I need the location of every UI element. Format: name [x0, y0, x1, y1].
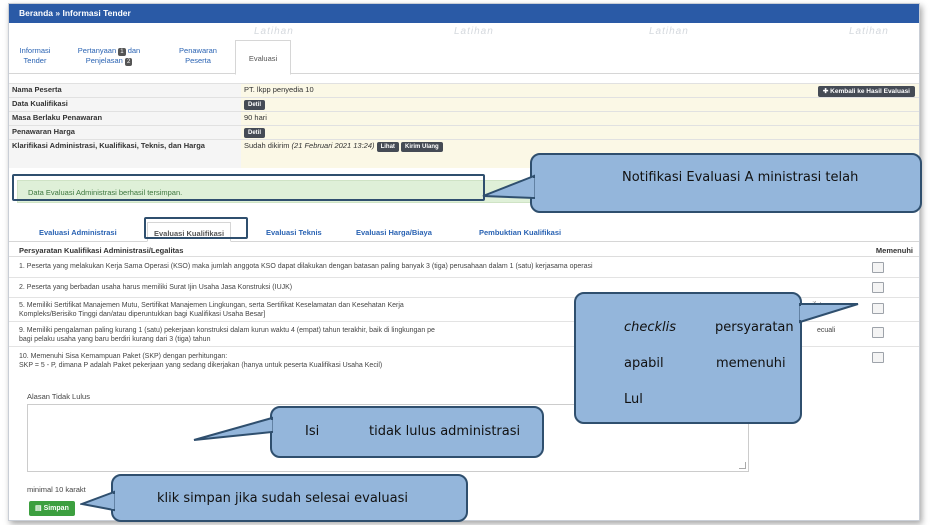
memenuhi-checkbox[interactable]	[872, 303, 884, 314]
callout-text: Notifikasi Evaluasi A ministrasi telah	[622, 170, 859, 185]
callout-text: memenuhi	[716, 356, 786, 371]
button-label: Simpan	[43, 505, 69, 512]
tab-pembuktian-kualifikasi[interactable]: Pembuktian Kualifikasi	[479, 228, 561, 237]
callout-text: persyaratan	[715, 320, 794, 335]
tab-label: Penjelasan	[85, 56, 123, 65]
detil-button[interactable]: Detil	[244, 128, 266, 138]
row-label: Masa Berlaku Penawaran	[9, 111, 241, 126]
watermark: Latihan	[849, 26, 889, 37]
callout-text: Lul	[624, 392, 643, 407]
table-row: Penawaran Harga Detil	[9, 125, 919, 140]
row-label: Data Kualifikasi	[9, 97, 241, 112]
callout-text: apabil	[624, 356, 664, 371]
table-row: Nama Peserta PT. lkpp penyedia 10	[9, 83, 919, 98]
tab-evaluasi-harga-biaya[interactable]: Evaluasi Harga/Biaya	[356, 228, 432, 237]
count-badge: 2	[124, 58, 133, 66]
minimal-char-hint: minimal 10 karakt	[27, 485, 86, 494]
callout-text: Isi	[305, 424, 320, 439]
tab-evaluasi-administrasi[interactable]: Evaluasi Administrasi	[39, 228, 117, 237]
status-text: Sudah dikirim	[244, 141, 290, 150]
row-label: Nama Peserta	[9, 83, 241, 98]
tab-evaluasi[interactable]: Evaluasi	[235, 40, 291, 75]
row-label: Klarifikasi Administrasi, Kualifikasi, T…	[9, 139, 241, 168]
callout-text: checklis	[624, 320, 677, 335]
requirement-text: bagi pelaku usaha yang baru berdiri kura…	[19, 336, 211, 343]
callout-isi: Isi tidak lulus administrasi	[270, 406, 544, 458]
divider	[9, 277, 919, 278]
detil-button[interactable]: Detil	[244, 100, 266, 110]
requirement-text: 9. Memiliki pengalaman paling kurang 1 (…	[19, 327, 435, 334]
watermark: Latihan	[254, 26, 294, 37]
simpan-button[interactable]: ▤ Simpan	[29, 501, 75, 516]
requirement-item: 2. Peserta yang berbadan usaha harus mem…	[19, 284, 293, 291]
row-label: Penawaran Harga	[9, 125, 241, 140]
callout-text: klik simpan jika sudah selesai evaluasi	[157, 491, 408, 506]
tab-evaluasi-teknis[interactable]: Evaluasi Teknis	[266, 228, 322, 237]
sent-date: (21 Februari 2021 13:24)	[291, 141, 375, 150]
tab-label: Informasi Tender	[19, 46, 51, 65]
memenuhi-checkbox[interactable]	[872, 262, 884, 273]
row-value: Detil	[241, 125, 919, 140]
requirements-title: Persyaratan Kualifikasi Administrasi/Leg…	[19, 246, 184, 255]
memenuhi-checkbox[interactable]	[872, 282, 884, 293]
tab-label: dan	[127, 46, 141, 55]
alert-highlight	[12, 174, 485, 201]
callout-simpan: klik simpan jika sudah selesai evaluasi	[111, 474, 468, 522]
callout-pointer	[799, 303, 859, 324]
table-row: Masa Berlaku Penawaran 90 hari	[9, 111, 919, 126]
requirements-header: Persyaratan Kualifikasi Administrasi/Leg…	[9, 243, 919, 257]
callout-notifikasi: Notifikasi Evaluasi A ministrasi telah	[530, 153, 922, 213]
tab-label: Evaluasi	[248, 54, 278, 63]
button-label: Kembali ke Hasil Evaluasi	[830, 88, 910, 95]
tab-label: Penawaran Peserta	[179, 46, 217, 65]
watermark: Latihan	[649, 26, 689, 37]
callout-pointer	[482, 174, 535, 200]
memenuhi-column-header: Memenuhi	[875, 246, 913, 255]
save-icon: ▤	[35, 505, 44, 512]
memenuhi-checkbox[interactable]	[872, 352, 884, 363]
alasan-tidak-lulus-label: Alasan Tidak Lulus	[27, 392, 90, 401]
requirement-text: 5. Memiliki Sertifikat Manajemen Mutu, S…	[19, 302, 404, 309]
tab-informasi-tender[interactable]: Informasi Tender	[13, 46, 57, 66]
count-badge: 1	[118, 48, 126, 56]
callout-text: tidak lulus administrasi	[369, 424, 521, 439]
tab-penawaran-peserta[interactable]: Penawaran Peserta	[172, 46, 224, 66]
requirement-text: SKP = 5 - P, dimana P adalah Paket peker…	[19, 362, 383, 369]
row-value: 90 hari	[241, 111, 919, 126]
requirement-item: 1. Peserta yang melakukan Kerja Sama Ope…	[19, 263, 593, 270]
tab-label: Pertanyaan	[77, 46, 117, 55]
callout-pointer	[193, 416, 273, 441]
memenuhi-checkbox[interactable]	[872, 327, 884, 338]
tender-tabs: Informasi Tender Pertanyaan 1 dan Penjel…	[9, 40, 919, 75]
table-row: Data Kualifikasi Detil	[9, 97, 919, 112]
breadcrumb: Beranda » Informasi Tender	[9, 4, 919, 23]
watermark: Latihan	[454, 26, 494, 37]
callout-checklis: checklis persyaratan apabil memenuhi Lul	[574, 292, 802, 424]
requirement-text: Kompleks/Berisiko Tinggi dan/atau diperu…	[19, 311, 266, 318]
kirim-ulang-button[interactable]: Kirim Ulang	[401, 142, 443, 152]
callout-pointer	[80, 490, 115, 512]
tab-highlight	[144, 217, 248, 239]
row-value: Detil	[241, 97, 919, 112]
requirement-text: 10. Memenuhi Sisa Kemampuan Paket (SKP) …	[19, 353, 228, 360]
back-to-results-button[interactable]: ✚ Kembali ke Hasil Evaluasi	[817, 86, 915, 97]
tab-pertanyaan-penjelasan[interactable]: Pertanyaan 1 dan Penjelasan 2	[69, 46, 149, 66]
lihat-button[interactable]: Lihat	[376, 142, 399, 152]
